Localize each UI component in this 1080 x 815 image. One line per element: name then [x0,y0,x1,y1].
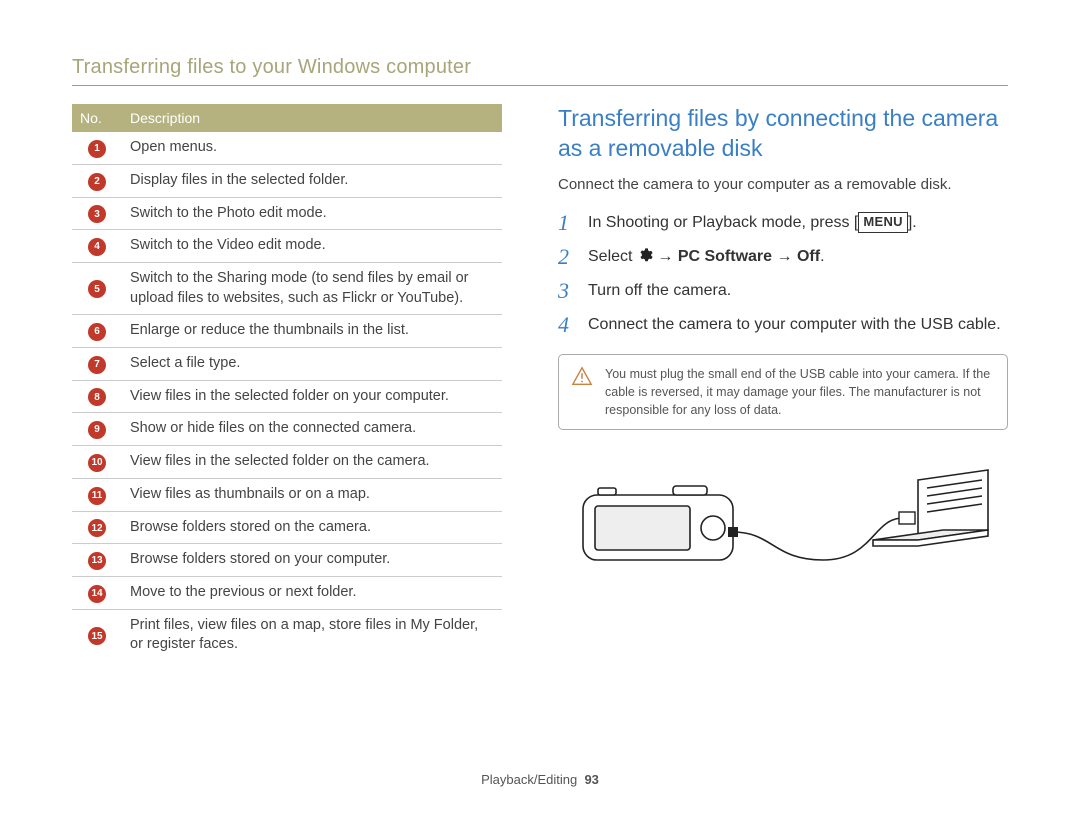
number-badge-icon: 4 [88,238,106,256]
row-description: Enlarge or reduce the thumbnails in the … [122,315,502,348]
row-number-cell: 15 [72,609,122,661]
table-row: 3 Switch to the Photo edit mode. [72,197,502,230]
table-row: 13 Browse folders stored on your computer… [72,544,502,577]
number-badge-icon: 14 [88,585,106,603]
menu-button-icon: MENU [858,212,907,233]
number-badge-icon: 6 [88,323,106,341]
number-badge-icon: 1 [88,140,106,158]
th-no: No. [72,104,122,132]
step-text: Select [588,248,637,265]
header-rule [72,85,1008,86]
number-badge-icon: 3 [88,205,106,223]
warning-text: You must plug the small end of the USB c… [605,365,995,419]
row-number-cell: 3 [72,197,122,230]
table-row: 11 View files as thumbnails or on a map. [72,478,502,511]
row-number-cell: 5 [72,263,122,315]
warning-icon [571,365,593,392]
row-description: Select a file type. [122,347,502,380]
step-number: 4 [558,313,576,337]
row-number-cell: 10 [72,446,122,479]
footer-page-number: 93 [584,772,598,787]
row-number-cell: 11 [72,478,122,511]
number-badge-icon: 12 [88,519,106,537]
row-number-cell: 8 [72,380,122,413]
table-row: 5 Switch to the Sharing mode (to send fil… [72,263,502,315]
row-number-cell: 1 [72,132,122,164]
table-row: 8 View files in the selected folder on yo… [72,380,502,413]
th-desc: Description [122,104,502,132]
page-footer: Playback/Editing 93 [0,772,1080,787]
table-row: 2 Display files in the selected folder. [72,164,502,197]
table-row: 14 Move to the previous or next folder. [72,577,502,610]
row-description: View files as thumbnails or on a map. [122,478,502,511]
step-1: 1 In Shooting or Playback mode, press [M… [558,211,1008,235]
step-text: Connect the camera to your computer with… [588,313,1001,336]
table-row: 1 Open menus. [72,132,502,164]
number-badge-icon: 2 [88,173,106,191]
number-badge-icon: 11 [88,487,106,505]
step-text: ]. [908,214,917,231]
number-badge-icon: 9 [88,421,106,439]
footer-section: Playback/Editing [481,772,577,787]
step-bold: PC Software [678,248,772,265]
table-row: 12 Browse folders stored on the camera. [72,511,502,544]
step-text: . [820,248,824,265]
row-number-cell: 12 [72,511,122,544]
table-row: 4 Switch to the Video edit mode. [72,230,502,263]
row-description: View files in the selected folder on you… [122,380,502,413]
table-row: 10 View files in the selected folder on t… [72,446,502,479]
row-description: Browse folders stored on the camera. [122,511,502,544]
step-4: 4 Connect the camera to your computer wi… [558,313,1008,337]
step-text: → [653,248,678,265]
description-table: No. Description 1 Open menus. 2 Display fil… [72,104,502,661]
row-description: View files in the selected folder on the… [122,446,502,479]
table-row: 9 Show or hide files on the connected cam… [72,413,502,446]
gear-icon [637,247,653,263]
row-number-cell: 2 [72,164,122,197]
row-description: Display files in the selected folder. [122,164,502,197]
step-text: Turn off the camera. [588,279,731,302]
step-number: 1 [558,211,576,235]
row-description: Browse folders stored on your computer. [122,544,502,577]
row-number-cell: 4 [72,230,122,263]
row-number-cell: 7 [72,347,122,380]
table-row: 15 Print files, view files on a map, stor… [72,609,502,661]
row-description: Move to the previous or next folder. [122,577,502,610]
row-description: Switch to the Sharing mode (to send file… [122,263,502,315]
section-subtitle: Connect the camera to your computer as a… [558,176,1008,193]
row-number-cell: 13 [72,544,122,577]
number-badge-icon: 7 [88,356,106,374]
number-badge-icon: 15 [88,627,106,645]
step-bold: Off [797,248,820,265]
number-badge-icon: 8 [88,388,106,406]
page-title: Transferring files to your Windows compu… [72,56,1008,79]
steps-list: 1 In Shooting or Playback mode, press [M… [558,211,1008,338]
table-row: 6 Enlarge or reduce the thumbnails in the… [72,315,502,348]
row-description: Print files, view files on a map, store … [122,609,502,661]
row-description: Switch to the Video edit mode. [122,230,502,263]
step-number: 2 [558,245,576,269]
row-description: Show or hide files on the connected came… [122,413,502,446]
step-text: In Shooting or Playback mode, press [ [588,214,858,231]
step-text: → [772,248,797,265]
number-badge-icon: 13 [88,552,106,570]
row-description: Switch to the Photo edit mode. [122,197,502,230]
row-number-cell: 14 [72,577,122,610]
number-badge-icon: 10 [88,454,106,472]
row-number-cell: 9 [72,413,122,446]
step-3: 3 Turn off the camera. [558,279,1008,303]
row-number-cell: 6 [72,315,122,348]
table-row: 7 Select a file type. [72,347,502,380]
step-2: 2 Select → PC Software → Off. [558,245,1008,269]
warning-box: You must plug the small end of the USB c… [558,354,1008,430]
connection-illustration [558,460,1008,580]
row-description: Open menus. [122,132,502,164]
number-badge-icon: 5 [88,280,106,298]
section-heading: Transferring files by connecting the cam… [558,104,1008,164]
step-number: 3 [558,279,576,303]
